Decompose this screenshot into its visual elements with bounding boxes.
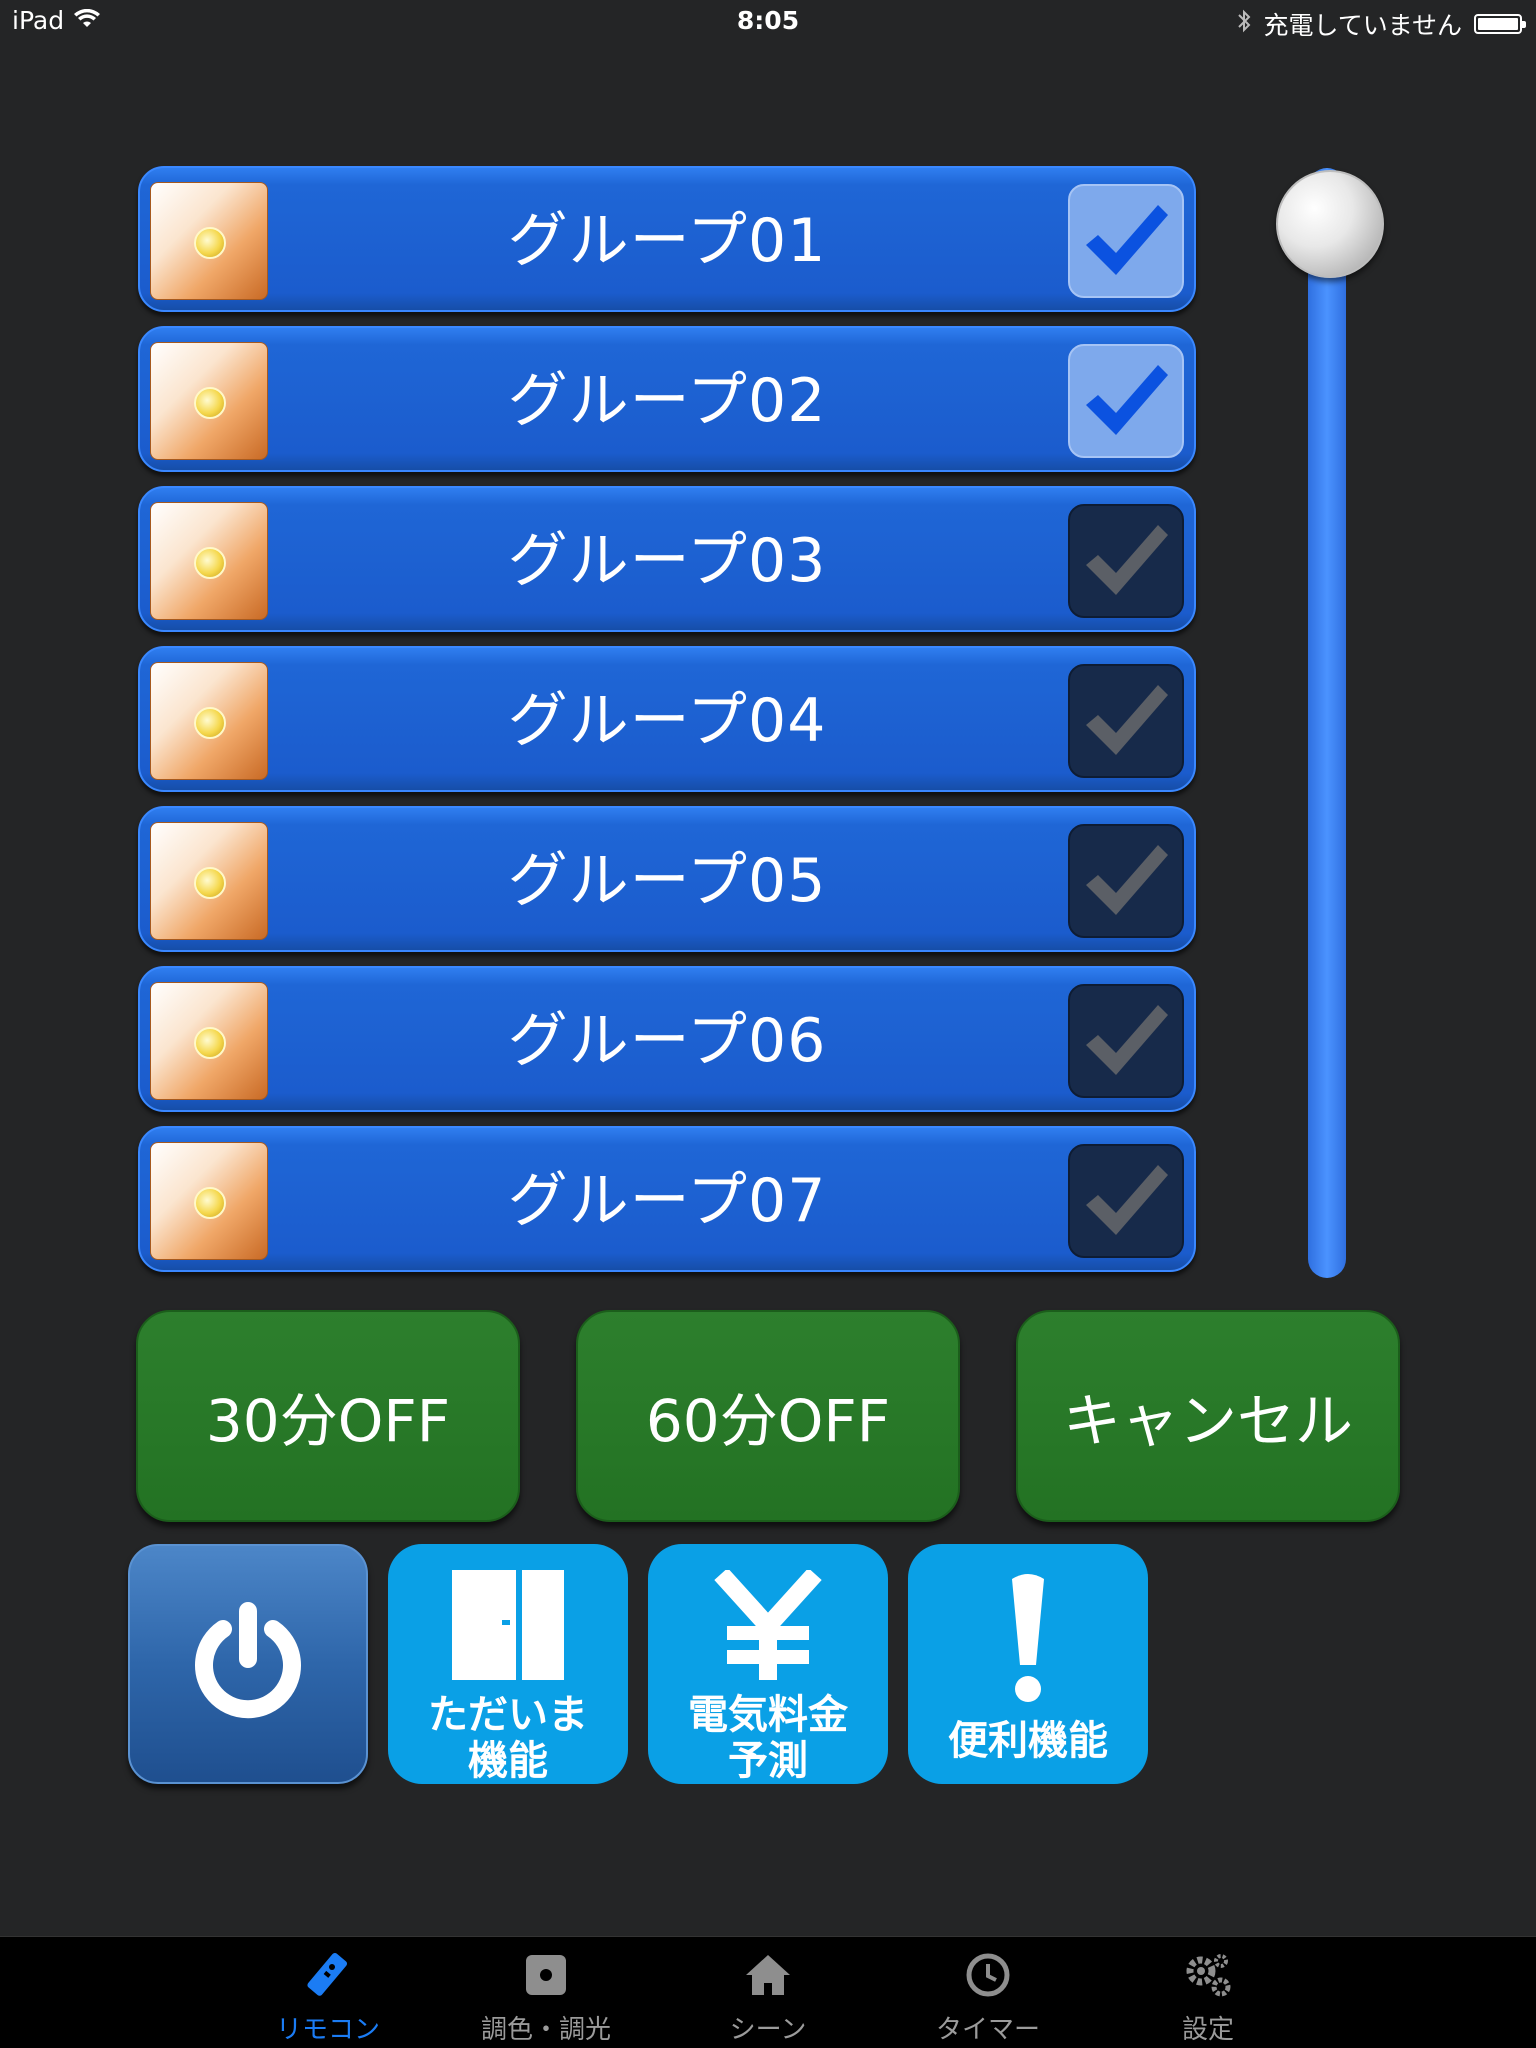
- group-label: グループ02: [507, 366, 827, 436]
- clock-icon: [965, 1945, 1011, 2005]
- status-right: 充電していません: [1237, 6, 1526, 42]
- bluetooth-icon: [1237, 9, 1251, 39]
- group-label: グループ06: [507, 1006, 827, 1076]
- cancel-button[interactable]: キャンセル: [1016, 1310, 1400, 1522]
- checkmark-icon: [1086, 525, 1168, 595]
- group-checkbox[interactable]: [1068, 344, 1184, 458]
- group-row-02[interactable]: グループ02: [138, 326, 1196, 472]
- gear-icon: [1183, 1945, 1233, 2005]
- scroll-slider-track[interactable]: [1308, 168, 1346, 1278]
- tab-dimmer[interactable]: 調色・調光: [466, 1937, 626, 2048]
- bulb-indicator: [194, 547, 226, 579]
- power-button[interactable]: [128, 1544, 368, 1784]
- tab-remote-label: リモコン: [275, 2015, 380, 2045]
- group-row-05[interactable]: グループ05: [138, 806, 1196, 952]
- group-checkbox[interactable]: [1068, 504, 1184, 618]
- off-30min-button[interactable]: 30分OFF: [136, 1310, 520, 1522]
- group-row-01[interactable]: グループ01: [138, 166, 1196, 312]
- tab-settings[interactable]: 設定: [1128, 1937, 1288, 2048]
- bulb-indicator: [194, 707, 226, 739]
- checkmark-icon: [1086, 365, 1168, 435]
- checkmark-icon: [1086, 685, 1168, 755]
- tadaima-label-2: 機能: [468, 1738, 548, 1784]
- tab-settings-label: 設定: [1181, 2015, 1234, 2045]
- convenience-button[interactable]: 便利機能: [908, 1544, 1148, 1784]
- group-row-04[interactable]: グループ04: [138, 646, 1196, 792]
- group-label: グループ03: [507, 526, 827, 596]
- electric-label-2: 予測: [728, 1738, 808, 1784]
- light-bulb-icon[interactable]: [150, 1142, 268, 1260]
- light-bulb-icon[interactable]: [150, 662, 268, 780]
- scroll-slider-knob[interactable]: [1276, 170, 1384, 278]
- exclamation-icon: [1008, 1558, 1048, 1718]
- battery-icon: [1474, 14, 1526, 34]
- group-checkbox[interactable]: [1068, 824, 1184, 938]
- group-checkbox[interactable]: [1068, 1144, 1184, 1258]
- group-checkbox[interactable]: [1068, 984, 1184, 1098]
- group-label: グループ07: [507, 1166, 827, 1236]
- group-label: グループ05: [507, 846, 827, 916]
- door-icon: [452, 1558, 564, 1692]
- tab-remote[interactable]: リモコン: [248, 1937, 408, 2048]
- tadaima-label-1: ただいま: [428, 1692, 588, 1738]
- group-checkbox[interactable]: [1068, 664, 1184, 778]
- group-label: グループ01: [507, 206, 827, 276]
- off-60min-button[interactable]: 60分OFF: [576, 1310, 960, 1522]
- group-row-07[interactable]: グループ07: [138, 1126, 1196, 1272]
- tadaima-button[interactable]: ただいま 機能: [388, 1544, 628, 1784]
- bulb-indicator: [194, 1027, 226, 1059]
- yen-icon: [713, 1558, 823, 1692]
- tab-scene-label: シーン: [729, 2015, 807, 2045]
- bulb-indicator: [194, 227, 226, 259]
- group-checkbox[interactable]: [1068, 184, 1184, 298]
- convenience-label: 便利機能: [948, 1718, 1108, 1764]
- checkmark-icon: [1086, 1005, 1168, 1075]
- battery-status-text: 充電していません: [1263, 11, 1462, 40]
- electric-forecast-button[interactable]: 電気料金 予測: [648, 1544, 888, 1784]
- light-bulb-icon[interactable]: [150, 982, 268, 1100]
- checkmark-icon: [1086, 845, 1168, 915]
- tab-timer-label: タイマー: [935, 2015, 1040, 2045]
- checkmark-icon: [1086, 205, 1168, 275]
- bulb-indicator: [194, 867, 226, 899]
- checkmark-icon: [1086, 1165, 1168, 1235]
- light-bulb-icon[interactable]: [150, 502, 268, 620]
- status-bar: iPad 8:05 充電していません: [0, 0, 1536, 40]
- light-bulb-icon[interactable]: [150, 822, 268, 940]
- bulb-indicator: [194, 387, 226, 419]
- group-row-03[interactable]: グループ03: [138, 486, 1196, 632]
- tab-dimmer-label: 調色・調光: [480, 2015, 611, 2045]
- group-row-06[interactable]: グループ06: [138, 966, 1196, 1112]
- tab-scene[interactable]: シーン: [688, 1937, 848, 2048]
- bulb-indicator: [194, 1187, 226, 1219]
- electric-label-1: 電気料金: [688, 1692, 848, 1738]
- power-icon: [183, 1597, 313, 1731]
- remote-icon: [304, 1945, 352, 2005]
- home-icon: [744, 1945, 792, 2005]
- light-bulb-icon[interactable]: [150, 342, 268, 460]
- tab-timer[interactable]: タイマー: [908, 1937, 1068, 2048]
- light-bulb-icon[interactable]: [150, 182, 268, 300]
- dimmer-icon: [524, 1945, 568, 2005]
- tab-bar: リモコン 調色・調光 シーン タイマー 設定: [0, 1936, 1536, 2048]
- group-label: グループ04: [507, 686, 827, 756]
